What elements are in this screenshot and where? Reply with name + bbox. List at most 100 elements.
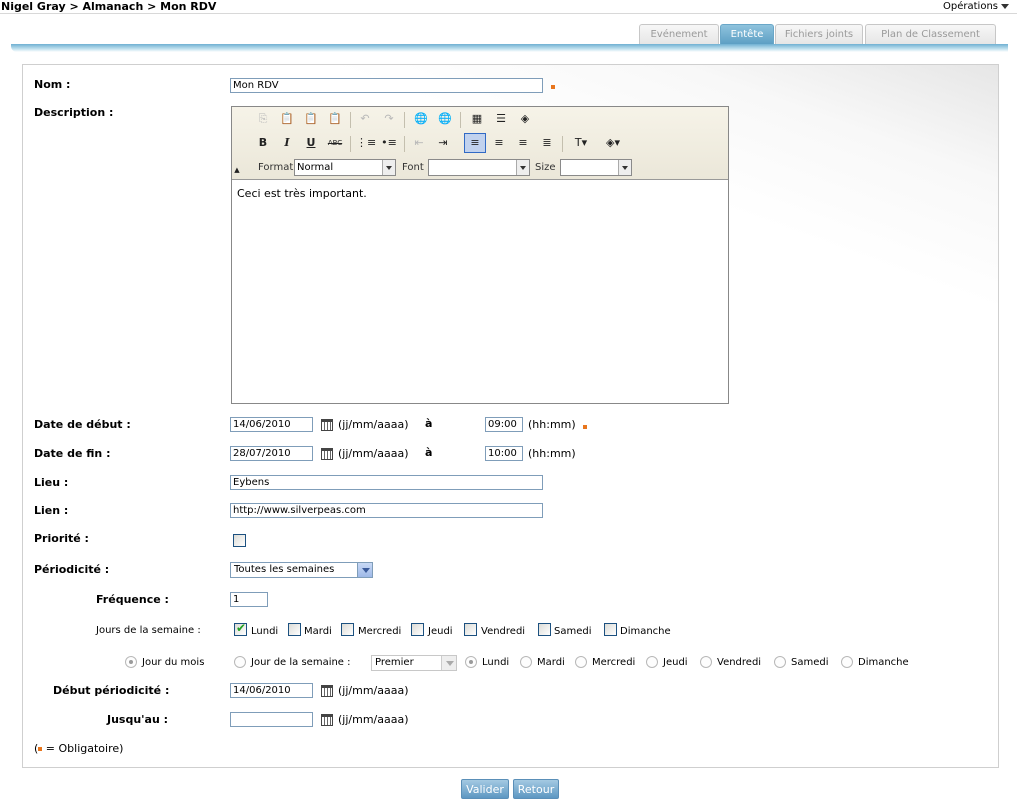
tab-evenement[interactable]: Evénement <box>639 24 719 44</box>
ordinal-select[interactable]: Premier <box>371 655 457 671</box>
strike-icon[interactable]: ABC <box>326 134 344 152</box>
day-checkbox-mardi[interactable] <box>288 623 301 636</box>
numbered-list-icon[interactable]: ⋮≡ <box>356 134 376 152</box>
jusquau-input[interactable] <box>230 712 313 727</box>
toolbar-separator <box>404 136 405 152</box>
jour-du-mois-radio[interactable] <box>125 656 137 668</box>
day-label: Lundi <box>482 657 510 668</box>
month-day-radio-mercredi[interactable] <box>575 656 587 668</box>
month-day-radio-dimanche[interactable] <box>841 656 853 668</box>
text-color-icon[interactable]: T▾ <box>568 134 594 152</box>
indent-icon[interactable]: ⇥ <box>434 134 452 152</box>
date-fin-input[interactable]: 28/07/2010 <box>230 446 313 461</box>
day-label: Vendredi <box>717 657 762 668</box>
copy-icon[interactable]: ⎘ <box>254 110 272 128</box>
size-combo[interactable] <box>560 159 632 176</box>
priorite-label: Priorité : <box>34 532 89 545</box>
month-day-radio-lundi[interactable] <box>465 656 477 668</box>
valider-button[interactable]: Valider <box>461 779 509 799</box>
month-day-radio-vendredi[interactable] <box>700 656 712 668</box>
align-justify-icon[interactable]: ≣ <box>538 134 556 152</box>
day-label: Lundi <box>251 626 279 637</box>
paste-icon[interactable]: 📋 <box>278 110 296 128</box>
heure-debut-input[interactable]: 09:00 <box>485 417 523 432</box>
operations-menu[interactable]: Opérations <box>943 1 1009 12</box>
unlink-icon[interactable]: 🌐 <box>436 110 454 128</box>
month-day-radio-mardi[interactable] <box>520 656 532 668</box>
special-char-icon[interactable]: ◈ <box>516 110 534 128</box>
jour-semaine-radio[interactable] <box>234 656 246 668</box>
day-label: Jeudi <box>663 657 688 668</box>
description-label: Description : <box>34 106 114 119</box>
align-left-icon[interactable]: ≡ <box>464 133 486 153</box>
chevron-down-icon <box>516 160 529 175</box>
periodicite-select[interactable]: Toutes les semaines <box>230 562 373 578</box>
retour-button[interactable]: Retour <box>513 779 559 799</box>
required-marker <box>583 425 587 429</box>
date-debut-input[interactable]: 14/06/2010 <box>230 417 313 432</box>
day-checkbox-lundi[interactable] <box>234 621 247 636</box>
day-label: Samedi <box>554 626 592 637</box>
tab-entete[interactable]: Entête <box>720 24 774 44</box>
required-marker <box>551 85 555 89</box>
collapse-toolbar-icon[interactable]: ▲ <box>232 163 242 177</box>
month-day-radio-jeudi[interactable] <box>646 656 658 668</box>
font-label: Font <box>402 162 424 173</box>
heure-fin-input[interactable]: 10:00 <box>485 446 523 461</box>
date-debut-label: Date de début : <box>34 418 131 431</box>
align-right-icon[interactable]: ≡ <box>514 134 532 152</box>
date-fin-label: Date de fin : <box>34 447 111 460</box>
day-checkbox-samedi[interactable] <box>538 623 551 636</box>
breadcrumb[interactable]: Nigel Gray > Almanach > Mon RDV <box>1 0 216 13</box>
day-checkbox-dimanche[interactable] <box>604 623 617 636</box>
calendar-icon[interactable] <box>321 448 333 460</box>
calendar-icon[interactable] <box>321 685 333 697</box>
day-checkbox-vendredi[interactable] <box>464 623 477 636</box>
background-color-icon[interactable]: ◈▾ <box>600 134 626 152</box>
font-combo[interactable] <box>428 159 530 176</box>
nom-label: Nom : <box>34 78 71 91</box>
a-label: à <box>425 417 433 430</box>
priorite-checkbox[interactable] <box>233 534 246 547</box>
calendar-icon[interactable] <box>321 714 333 726</box>
paste-text-icon[interactable]: 📋 <box>302 110 320 128</box>
bold-icon[interactable]: B <box>254 134 272 152</box>
day-checkbox-jeudi[interactable] <box>411 623 424 636</box>
calendar-icon[interactable] <box>321 419 333 431</box>
periodicite-label: Périodicité : <box>34 563 110 576</box>
undo-icon[interactable]: ↶ <box>356 110 374 128</box>
day-label: Vendredi <box>481 626 526 637</box>
link-icon[interactable]: 🌐 <box>412 110 430 128</box>
tab-underline <box>11 44 1008 52</box>
day-checkbox-mercredi[interactable] <box>341 623 354 636</box>
nom-input[interactable]: Mon RDV <box>230 78 543 93</box>
horizontal-rule-icon[interactable]: ☰ <box>492 110 510 128</box>
day-label: Samedi <box>791 657 829 668</box>
a-label: à <box>425 446 433 459</box>
date-format-hint: (jj/mm/aaaa) <box>338 447 409 460</box>
toolbar-separator <box>460 112 461 128</box>
table-icon[interactable]: ▦ <box>468 110 486 128</box>
format-combo[interactable]: Normal <box>294 159 396 176</box>
toolbar-separator <box>404 112 405 128</box>
tab-fichiers-joints[interactable]: Fichiers joints <box>775 24 863 44</box>
frequence-input[interactable]: 1 <box>230 592 268 607</box>
paste-word-icon[interactable]: 📋 <box>326 110 344 128</box>
underline-icon[interactable]: U <box>302 134 320 152</box>
italic-icon[interactable]: I <box>278 134 296 152</box>
tab-plan-de-classement[interactable]: Plan de Classement <box>865 24 996 44</box>
bulleted-list-icon[interactable]: •≡ <box>380 134 398 152</box>
redo-icon[interactable]: ↷ <box>380 110 398 128</box>
align-center-icon[interactable]: ≡ <box>490 134 508 152</box>
lien-input[interactable]: http://www.silverpeas.com <box>230 503 543 518</box>
jour-semaine-label: Jour de la semaine : <box>251 657 351 668</box>
month-day-radio-samedi[interactable] <box>774 656 786 668</box>
debut-periodicite-input[interactable]: 14/06/2010 <box>230 683 313 698</box>
chevron-down-icon <box>618 160 631 175</box>
editor-content[interactable]: Ceci est très important. <box>232 181 728 206</box>
lieu-input[interactable]: Eybens <box>230 475 543 490</box>
outdent-icon[interactable]: ⇤ <box>410 134 428 152</box>
top-divider <box>0 13 1017 14</box>
day-label: Mercredi <box>592 657 636 668</box>
day-label: Jeudi <box>428 626 453 637</box>
